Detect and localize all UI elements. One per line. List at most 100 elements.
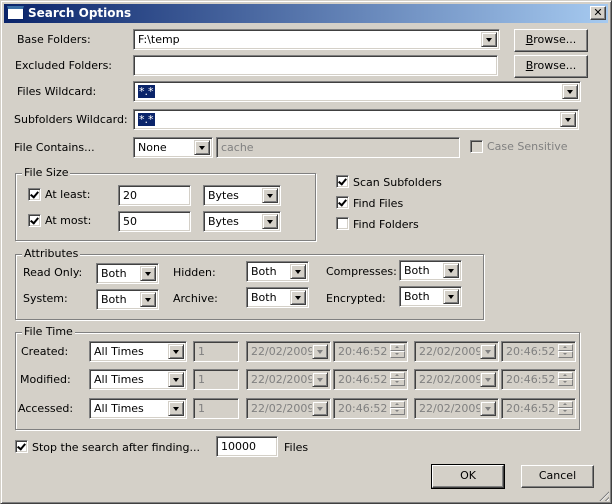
file-time-from-date[interactable]: 22/02/2009 xyxy=(246,369,331,390)
at-least-checkbox[interactable] xyxy=(28,188,41,201)
time-spinner[interactable] xyxy=(558,372,573,387)
spin-down-icon[interactable] xyxy=(558,379,573,386)
spin-up-icon[interactable] xyxy=(558,372,573,379)
chevron-down-icon[interactable] xyxy=(312,344,328,359)
stop-search-unit-label: Files xyxy=(284,441,309,454)
chevron-down-icon[interactable] xyxy=(140,266,156,281)
file-size-title: File Size xyxy=(22,166,71,179)
chevron-down-icon[interactable] xyxy=(262,188,278,203)
read-only-label: Read Only: xyxy=(23,266,83,279)
chevron-down-icon[interactable] xyxy=(481,32,497,47)
resize-grip-icon[interactable] xyxy=(597,489,609,501)
file-time-to-time[interactable]: 20:46:52 xyxy=(501,341,576,362)
file-time-to-date[interactable]: 22/02/2009 xyxy=(414,341,499,362)
window-icon xyxy=(7,6,24,20)
chevron-down-icon[interactable] xyxy=(312,372,328,387)
encrypted-label: Encrypted: xyxy=(326,292,386,305)
time-spinner[interactable] xyxy=(558,344,573,359)
hidden-label: Hidden: xyxy=(173,266,216,279)
file-time-from-date[interactable]: 22/02/2009 xyxy=(246,398,331,419)
close-button[interactable]: ✕ xyxy=(590,6,606,20)
spin-up-icon[interactable] xyxy=(390,344,405,351)
subfolders-wildcard-combo[interactable]: *.* xyxy=(133,109,579,130)
chevron-down-icon[interactable] xyxy=(140,292,156,307)
subfolders-wildcard-value: *.* xyxy=(138,113,155,126)
archive-combo[interactable]: Both xyxy=(246,287,309,308)
base-folders-combo[interactable]: F:\temp xyxy=(133,29,500,50)
excluded-folders-input[interactable] xyxy=(133,55,498,76)
spin-up-icon[interactable] xyxy=(558,344,573,351)
chevron-down-icon[interactable] xyxy=(262,214,278,229)
file-time-to-date[interactable]: 22/02/2009 xyxy=(414,369,499,390)
spin-down-icon[interactable] xyxy=(558,351,573,358)
file-contains-text-input[interactable]: cache xyxy=(216,137,460,158)
browse-excluded-folders-button[interactable]: Browse... xyxy=(514,55,588,78)
spin-down-icon[interactable] xyxy=(390,351,405,358)
file-time-from-time[interactable]: 20:46:52 xyxy=(333,369,408,390)
file-time-count-input[interactable]: 1 xyxy=(193,369,239,390)
chevron-down-icon[interactable] xyxy=(480,372,496,387)
file-time-to-time[interactable]: 20:46:52 xyxy=(501,369,576,390)
find-folders-checkbox[interactable] xyxy=(336,217,349,230)
file-time-mode-combo[interactable]: All Times xyxy=(89,341,187,362)
spin-up-icon[interactable] xyxy=(558,401,573,408)
spin-up-icon[interactable] xyxy=(390,372,405,379)
at-most-unit-combo[interactable]: Bytes xyxy=(203,211,281,232)
find-files-checkbox[interactable] xyxy=(336,196,349,209)
spin-down-icon[interactable] xyxy=(390,408,405,415)
time-spinner[interactable] xyxy=(390,401,405,416)
file-time-count-input[interactable]: 1 xyxy=(193,398,239,419)
chevron-down-icon[interactable] xyxy=(480,401,496,416)
scan-subfolders-label: Scan Subfolders xyxy=(353,176,442,189)
at-least-unit-combo[interactable]: Bytes xyxy=(203,185,281,206)
file-contains-mode-combo[interactable]: None xyxy=(133,137,213,158)
window-title: Search Options xyxy=(28,6,132,20)
chevron-down-icon[interactable] xyxy=(290,264,306,279)
file-time-to-time[interactable]: 20:46:52 xyxy=(501,398,576,419)
file-time-from-time[interactable]: 20:46:52 xyxy=(333,341,408,362)
time-spinner[interactable] xyxy=(390,344,405,359)
chevron-down-icon[interactable] xyxy=(168,372,184,387)
chevron-down-icon[interactable] xyxy=(194,140,210,155)
stop-search-checkbox[interactable] xyxy=(15,440,28,453)
spin-up-icon[interactable] xyxy=(390,401,405,408)
ok-button[interactable]: OK xyxy=(431,464,505,489)
file-time-mode-combo[interactable]: All Times xyxy=(89,398,187,419)
file-time-from-date[interactable]: 22/02/2009 xyxy=(246,341,331,362)
chevron-down-icon[interactable] xyxy=(480,344,496,359)
system-combo[interactable]: Both xyxy=(96,289,159,310)
spin-down-icon[interactable] xyxy=(558,408,573,415)
time-spinner[interactable] xyxy=(390,372,405,387)
compresses-label: Compresses: xyxy=(326,265,397,278)
encrypted-combo[interactable]: Both xyxy=(399,286,462,307)
spin-down-icon[interactable] xyxy=(390,379,405,386)
at-least-input[interactable]: 20 xyxy=(118,185,191,206)
search-options-dialog: Search Options ✕ Base Folders: F:\temp B… xyxy=(0,0,612,504)
file-time-count-input[interactable]: 1 xyxy=(193,341,239,362)
stop-search-count-input[interactable]: 10000 xyxy=(216,436,278,457)
chevron-down-icon[interactable] xyxy=(443,289,459,304)
browse-base-folders-button[interactable]: Browse... xyxy=(514,29,588,52)
title-bar[interactable]: Search Options ✕ xyxy=(4,4,608,23)
case-sensitive-checkbox[interactable] xyxy=(470,140,483,153)
at-most-input[interactable]: 50 xyxy=(118,211,191,232)
scan-subfolders-checkbox[interactable] xyxy=(336,175,349,188)
chevron-down-icon[interactable] xyxy=(168,344,184,359)
chevron-down-icon[interactable] xyxy=(562,84,578,99)
chevron-down-icon[interactable] xyxy=(168,401,184,416)
chevron-down-icon[interactable] xyxy=(290,290,306,305)
file-time-from-time[interactable]: 20:46:52 xyxy=(333,398,408,419)
hidden-combo[interactable]: Both xyxy=(246,261,309,282)
cancel-button[interactable]: Cancel xyxy=(521,465,594,488)
chevron-down-icon[interactable] xyxy=(312,401,328,416)
compresses-combo[interactable]: Both xyxy=(399,260,462,281)
file-time-to-date[interactable]: 22/02/2009 xyxy=(414,398,499,419)
read-only-combo[interactable]: Both xyxy=(96,263,159,284)
file-time-row-label: Modified: xyxy=(20,373,71,386)
time-spinner[interactable] xyxy=(558,401,573,416)
chevron-down-icon[interactable] xyxy=(560,112,576,127)
at-most-checkbox[interactable] xyxy=(28,214,41,227)
chevron-down-icon[interactable] xyxy=(443,263,459,278)
file-time-mode-combo[interactable]: All Times xyxy=(89,369,187,390)
files-wildcard-combo[interactable]: *.* xyxy=(133,81,581,102)
